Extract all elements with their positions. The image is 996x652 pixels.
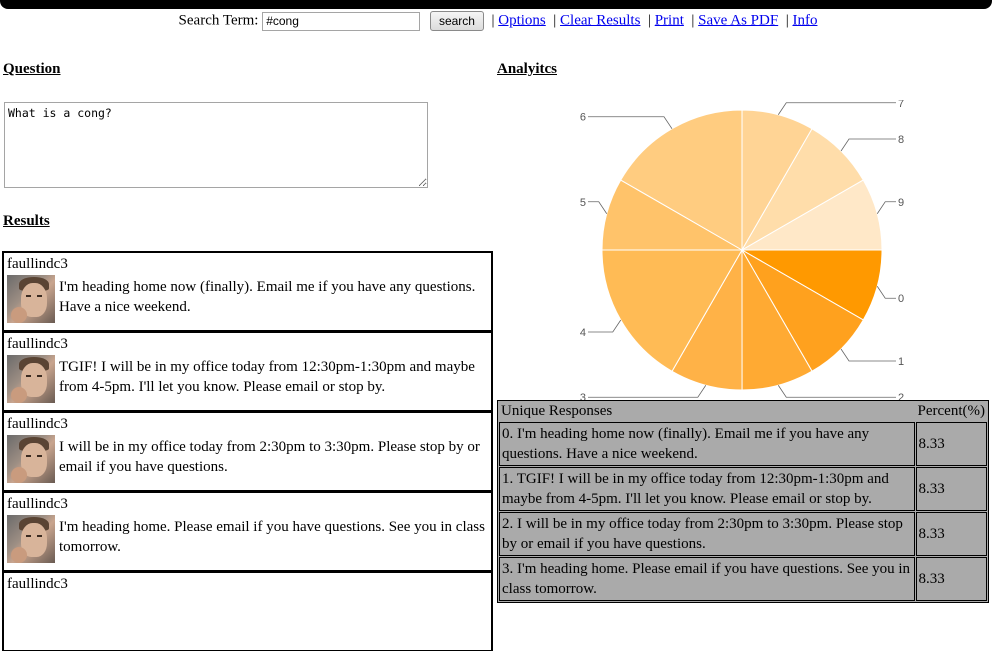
table-row: 2. I will be in my office today from 2:3…	[499, 512, 987, 556]
pie-label-9: 9	[898, 197, 904, 209]
results-list: faullindc3 I'm heading home now (finally…	[2, 251, 493, 652]
result-item: faullindc3 I will be in my office today …	[2, 411, 493, 491]
info-link[interactable]: Info	[792, 12, 817, 28]
pie-label-3: 3	[580, 392, 586, 400]
result-text: I'm heading home now (finally). Email me…	[59, 279, 476, 315]
leader-line-6	[588, 116, 673, 129]
percent-cell: 8.33	[915, 512, 987, 556]
percent-cell: 8.33	[915, 422, 987, 466]
top-bar	[0, 0, 992, 9]
question-textarea[interactable]: What is a cong?	[4, 102, 428, 188]
pie-label-5: 5	[580, 197, 586, 209]
pie-label-6: 6	[580, 112, 586, 124]
print-link[interactable]: Print	[655, 12, 684, 28]
result-username: faullindc3	[7, 416, 68, 432]
search-input[interactable]	[262, 11, 421, 31]
table-row: 0. I'm heading home now (finally). Email…	[499, 422, 987, 466]
table-row: 1. TGIF! I will be in my office today fr…	[499, 467, 987, 511]
leader-line-3	[588, 385, 707, 398]
table-header-row: Unique Responses Percent(%)	[499, 402, 987, 421]
response-cell: 0. I'm heading home now (finally). Email…	[499, 422, 915, 466]
pie-label-4: 4	[580, 327, 586, 339]
response-cell: 3. I'm heading home. Please email if you…	[499, 557, 915, 601]
response-cell: 1. TGIF! I will be in my office today fr…	[499, 467, 915, 511]
leader-line-8	[840, 138, 896, 152]
pie-label-1: 1	[898, 356, 904, 368]
leader-line-1	[840, 348, 896, 362]
column-header-responses: Unique Responses	[499, 402, 915, 421]
result-item: faullindc3 I'm heading home. Please emai…	[2, 491, 493, 571]
leader-line-5	[588, 201, 608, 214]
result-username: faullindc3	[7, 256, 68, 272]
avatar	[7, 275, 55, 323]
leader-line-7	[777, 102, 896, 116]
table-row: 3. I'm heading home. Please email if you…	[499, 557, 987, 601]
result-text: TGIF! I will be in my office today from …	[59, 359, 475, 395]
pie-label-0: 0	[898, 293, 904, 305]
search-button[interactable]: search	[429, 11, 484, 31]
clear-results-link[interactable]: Clear Results	[560, 12, 640, 28]
responses-table: Unique Responses Percent(%) 0. I'm headi…	[497, 400, 989, 603]
avatar	[7, 515, 55, 563]
question-heading: Question	[3, 61, 61, 77]
result-item: faullindc3	[2, 571, 493, 651]
pie-label-8: 8	[898, 134, 904, 146]
results-heading: Results	[3, 213, 50, 229]
leader-line-4	[588, 319, 622, 333]
avatar	[7, 435, 55, 483]
pie-label-2: 2	[898, 392, 904, 400]
pie-label-7: 7	[898, 100, 904, 110]
result-item: faullindc3 I'm heading home now (finally…	[2, 251, 493, 331]
leader-line-2	[777, 384, 896, 398]
result-username: faullindc3	[7, 576, 68, 592]
response-cell: 2. I will be in my office today from 2:3…	[499, 512, 915, 556]
leader-line-0	[876, 286, 896, 299]
search-label: Search Term:	[178, 12, 259, 29]
search-toolbar: Search Term: search | Options | Clear Re…	[0, 11, 996, 31]
percent-cell: 8.33	[915, 557, 987, 601]
pie-chart: 0 1 2 3 4 5 6 7 8 9	[580, 100, 904, 400]
options-link[interactable]: Options	[498, 12, 546, 28]
result-text: I'm heading home. Please email if you ha…	[59, 519, 485, 555]
result-item: faullindc3 TGIF! I will be in my office …	[2, 331, 493, 411]
result-text: I will be in my office today from 2:30pm…	[59, 439, 480, 475]
save-as-pdf-link[interactable]: Save As PDF	[698, 12, 778, 28]
result-username: faullindc3	[7, 496, 68, 512]
percent-cell: 8.33	[915, 467, 987, 511]
column-header-percent: Percent(%)	[915, 402, 987, 421]
result-username: faullindc3	[7, 336, 68, 352]
avatar	[7, 355, 55, 403]
leader-line-9	[876, 201, 896, 214]
analytics-heading: Analyitcs	[497, 61, 557, 77]
